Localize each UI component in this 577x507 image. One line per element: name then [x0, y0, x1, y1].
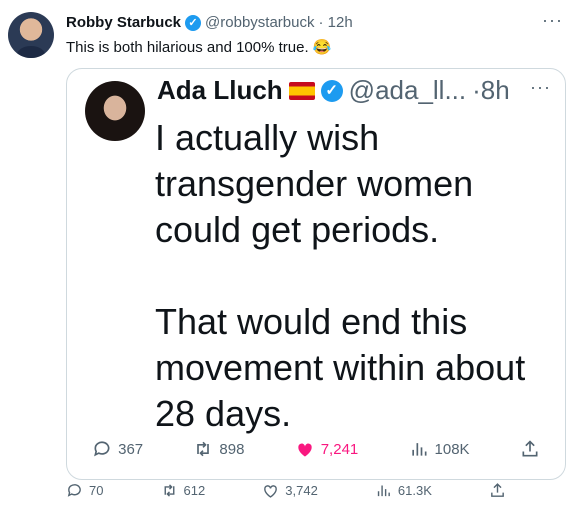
retweet-icon	[164, 484, 174, 497]
embedded-retweet: 898	[193, 439, 244, 459]
embedded-like: 7,241	[295, 439, 359, 459]
tweet-text: This is both hilarious and 100% true. 😂	[66, 39, 332, 56]
embedded-time: ·8h	[472, 75, 510, 105]
share-icon	[522, 440, 538, 457]
like-count: 3,742	[285, 483, 318, 498]
author-handle[interactable]: @robbystarbuck	[205, 14, 314, 31]
retweet-button[interactable]: 612	[161, 482, 206, 499]
spain-flag-icon	[288, 81, 315, 100]
embedded-tweet-text: I actually wish transgender women could …	[155, 117, 526, 434]
embedded-action-bar: 367 898 7,241 108K	[67, 439, 565, 459]
embedded-views: 108K	[409, 439, 470, 459]
embedded-retweet-count: 898	[219, 440, 245, 458]
embedded-reply-count: 367	[118, 440, 144, 458]
like-button[interactable]: 3,742	[262, 482, 318, 499]
reply-count: 70	[89, 483, 104, 498]
embedded-avatar	[85, 81, 145, 141]
embedded-share	[520, 439, 540, 459]
more-icon[interactable]: ···	[542, 10, 563, 31]
more-icon: ···	[530, 77, 551, 97]
tweet-header: Robby Starbuck ✓ @robbystarbuck · 12h	[66, 14, 353, 31]
verified-icon: ✓	[185, 14, 202, 31]
views-icon	[377, 485, 390, 497]
tweet-time[interactable]: · 12h	[318, 14, 352, 31]
share-button[interactable]	[489, 482, 506, 499]
share-icon	[491, 483, 504, 497]
verified-icon: ✓	[320, 79, 343, 102]
like-icon	[264, 485, 278, 498]
embedded-header: Ada Lluch ✓ @ada_ll... ·8h	[157, 75, 510, 106]
embedded-image[interactable]: Ada Lluch ✓ @ada_ll... ·8h ··· I actuall…	[66, 68, 566, 480]
embedded-like-count: 7,241	[320, 440, 359, 458]
like-icon	[298, 443, 312, 457]
reply-icon	[94, 441, 110, 457]
retweet-count: 612	[183, 483, 206, 498]
views-count: 61.3K	[397, 483, 432, 498]
tweet-action-bar: 70 612 3,742 61.3K	[66, 482, 506, 499]
embedded-author-name: Ada Lluch	[157, 75, 283, 105]
author-avatar[interactable]	[8, 12, 54, 58]
reply-button[interactable]: 70	[66, 482, 103, 499]
embedded-reply: 367	[92, 439, 143, 459]
embedded-views-count: 108K	[434, 440, 470, 458]
reply-icon	[67, 484, 81, 497]
retweet-icon	[197, 441, 210, 457]
views-icon	[411, 443, 427, 456]
author-name[interactable]: Robby Starbuck	[66, 14, 181, 31]
views-button[interactable]: 61.3K	[375, 482, 432, 499]
embedded-author-handle: @ada_ll...	[348, 75, 467, 105]
